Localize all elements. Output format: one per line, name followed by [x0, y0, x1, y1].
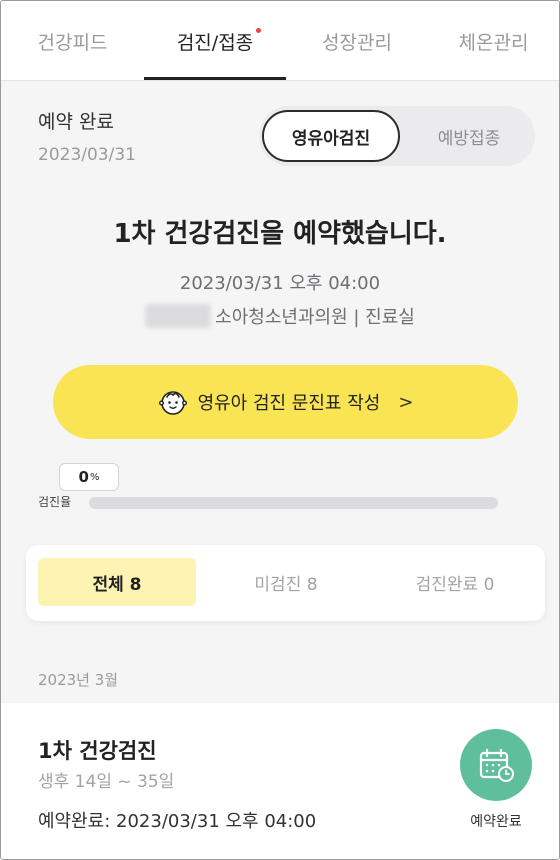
progress-percent-value: 0: [78, 468, 89, 486]
item-booked-time: 예약완료: 2023/03/31 오후 04:00: [38, 811, 317, 832]
reservation-status-button[interactable]: [460, 729, 532, 801]
tab-label: 성장관리: [322, 31, 392, 54]
questionnaire-button[interactable]: 영유아 검진 문진표 작성 >: [53, 365, 518, 439]
checkup-type-toggle: 영유아검진 예방접종: [259, 106, 535, 166]
top-tab-bar: 건강피드 검진/접종 성장관리 체온관리: [1, 1, 559, 81]
filter-not-checked[interactable]: 미검진 8: [207, 558, 365, 606]
progress-track: [89, 497, 498, 509]
tab-growth[interactable]: 성장관리: [286, 1, 428, 81]
reservation-status-label: 예약완료: [470, 814, 522, 830]
questionnaire-label: 영유아 검진 문진표 작성: [197, 393, 381, 414]
active-tab-underline: [144, 77, 286, 80]
item-title: 1차 건강검진: [38, 739, 157, 763]
tab-temperature[interactable]: 체온관리: [428, 1, 559, 81]
new-indicator-dot: [256, 28, 261, 33]
redacted-clinic-name: [145, 304, 212, 328]
tab-health-feed[interactable]: 건강피드: [1, 1, 144, 81]
tab-label: 체온관리: [458, 31, 529, 54]
headline: 1차 건강검진을 예약했습니다.: [113, 219, 447, 249]
progress-label: 검진율: [38, 495, 72, 509]
month-header: 2023년 3월: [38, 671, 119, 689]
app-screen: 건강피드 검진/접종 성장관리 체온관리 예약 완료 2023/03/31 영유…: [0, 0, 560, 860]
filter-completed[interactable]: 검진완료 0: [376, 558, 534, 606]
segment-vaccination[interactable]: 예방접종: [407, 110, 531, 162]
progress-percent-unit: %: [89, 471, 100, 483]
tab-label: 검진/접종: [176, 31, 254, 54]
tab-label: 건강피드: [37, 31, 108, 54]
status-date: 2023/03/31: [38, 145, 136, 165]
segment-infant-checkup[interactable]: 영유아검진: [262, 110, 400, 162]
filter-bar: 전체 8 미검진 8 검진완료 0: [26, 545, 545, 621]
list-item[interactable]: 1차 건강검진 생후 14일 ~ 35일 예약완료: 2023/03/31 오후…: [1, 703, 559, 859]
calendar-clock-icon: [479, 748, 514, 782]
baby-face-icon: [158, 391, 187, 415]
tab-checkup-vaccination[interactable]: 검진/접종: [144, 1, 286, 81]
chevron-right-icon: >: [398, 391, 414, 413]
status-title: 예약 완료: [38, 111, 114, 133]
clinic-text: 소아청소년과의원 | 진료실: [215, 307, 415, 328]
appointment-datetime: 2023/03/31 오후 04:00: [179, 273, 381, 294]
progress-percent-bubble: 0%: [59, 463, 119, 491]
clinic-info: 소아청소년과의원 | 진료실: [1, 303, 559, 329]
item-age-range: 생후 14일 ~ 35일: [38, 772, 175, 792]
filter-all[interactable]: 전체 8: [38, 558, 196, 606]
